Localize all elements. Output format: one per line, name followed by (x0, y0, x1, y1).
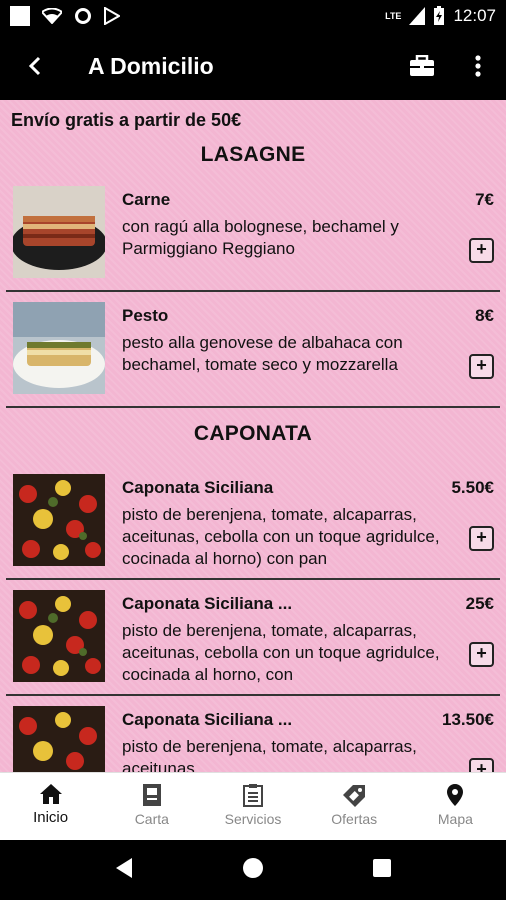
add-to-cart-button[interactable]: + (469, 758, 494, 772)
add-to-cart-button[interactable]: + (469, 526, 494, 551)
clock: 12:07 (453, 6, 496, 25)
item-name: Caponata Siciliana ... (122, 594, 293, 613)
menu-content[interactable]: Envío gratis a partir de 50€ LASAGNE Car… (0, 100, 506, 772)
home-icon (39, 784, 62, 804)
system-recents-button[interactable] (372, 858, 392, 883)
nav-label: Inicio (33, 809, 69, 826)
notification-square-icon (10, 6, 30, 26)
dish-photo-caponata (13, 474, 105, 566)
item-name: Carne (122, 190, 171, 209)
nav-item-servicios[interactable]: Servicios (202, 773, 303, 840)
menu-item[interactable]: Caponata Siciliana ... 25€ pisto de bere… (6, 580, 500, 696)
item-name: Caponata Siciliana ... (122, 710, 293, 729)
system-home-button[interactable] (242, 857, 264, 884)
dish-photo-caponata (13, 706, 105, 772)
nav-item-inicio[interactable]: Inicio (0, 773, 101, 840)
wifi-icon (42, 8, 62, 24)
network-type: LTE (385, 11, 402, 21)
menu-book-icon (142, 784, 161, 806)
item-price: 5.50€ (451, 478, 494, 497)
square-recents-icon (373, 858, 391, 877)
briefcase-icon (410, 55, 434, 76)
add-to-cart-button[interactable]: + (469, 642, 494, 667)
signal-icon (409, 7, 426, 25)
item-description: pisto de berenjena, tomate, alcaparras, … (122, 621, 440, 684)
play-store-icon (104, 7, 120, 25)
clipboard-icon (243, 784, 263, 807)
item-price: 13.50€ (442, 710, 494, 729)
system-back-button[interactable] (114, 857, 134, 884)
app-bar: A Domicilio (0, 32, 506, 100)
status-bar: LTE 12:07 (0, 0, 506, 32)
add-to-cart-button[interactable]: + (469, 354, 494, 379)
item-name: Pesto (122, 306, 169, 325)
map-pin-icon (447, 784, 464, 806)
overflow-menu-button[interactable] (450, 32, 506, 100)
add-to-cart-button[interactable]: + (469, 238, 494, 263)
nav-label: Servicios (224, 811, 282, 827)
item-price: 8€ (475, 306, 494, 325)
bottom-nav: Inicio Carta Servicios Ofertas Mapa (0, 772, 506, 840)
section-title-caponata: CAPONATA (193, 422, 313, 445)
system-nav-bar (0, 840, 506, 900)
item-description: con ragú alla bolognese, bechamel y Parm… (122, 217, 399, 258)
item-price: 25€ (465, 594, 494, 613)
nav-label: Mapa (437, 811, 473, 827)
dish-photo-caponata (13, 590, 105, 682)
triangle-back-icon (116, 857, 132, 878)
back-button[interactable] (0, 32, 70, 100)
menu-item[interactable]: Pesto 8€ pesto alla genovese de albahaca… (6, 292, 500, 408)
nav-item-mapa[interactable]: Mapa (405, 773, 506, 840)
circle-home-icon (243, 857, 263, 878)
tag-icon (343, 785, 366, 807)
nav-label: Ofertas (331, 811, 378, 827)
sync-icon (75, 8, 91, 24)
menu-item[interactable]: Caponata Siciliana 5.50€ pisto de berenj… (6, 464, 500, 580)
nav-item-ofertas[interactable]: Ofertas (304, 773, 405, 840)
menu-item[interactable]: Carne 7€ con ragú alla bolognese, becham… (6, 176, 500, 292)
briefcase-button[interactable] (394, 32, 450, 100)
item-description: pesto alla genovese de albahaca con bech… (122, 333, 403, 374)
dish-photo-carne (13, 186, 105, 278)
free-shipping-notice: Envío gratis a partir de 50€ (11, 110, 242, 130)
item-price: 7€ (475, 190, 494, 209)
page-title: A Domicilio (88, 52, 214, 79)
item-name: Caponata Siciliana (122, 478, 274, 497)
section-title-lasagne: LASAGNE (200, 143, 306, 166)
nav-item-carta[interactable]: Carta (101, 773, 202, 840)
item-description: pisto de berenjena, tomate, alcaparras, … (122, 505, 440, 568)
chevron-left-icon (28, 56, 41, 76)
more-vert-icon (475, 55, 481, 77)
menu-item[interactable]: Caponata Siciliana ... 13.50€ pisto de b… (6, 696, 500, 772)
battery-icon (434, 6, 445, 25)
item-description: pisto de berenjena, tomate, alcaparras, … (122, 737, 417, 772)
nav-label: Carta (134, 811, 169, 827)
dish-photo-pesto (13, 302, 105, 394)
